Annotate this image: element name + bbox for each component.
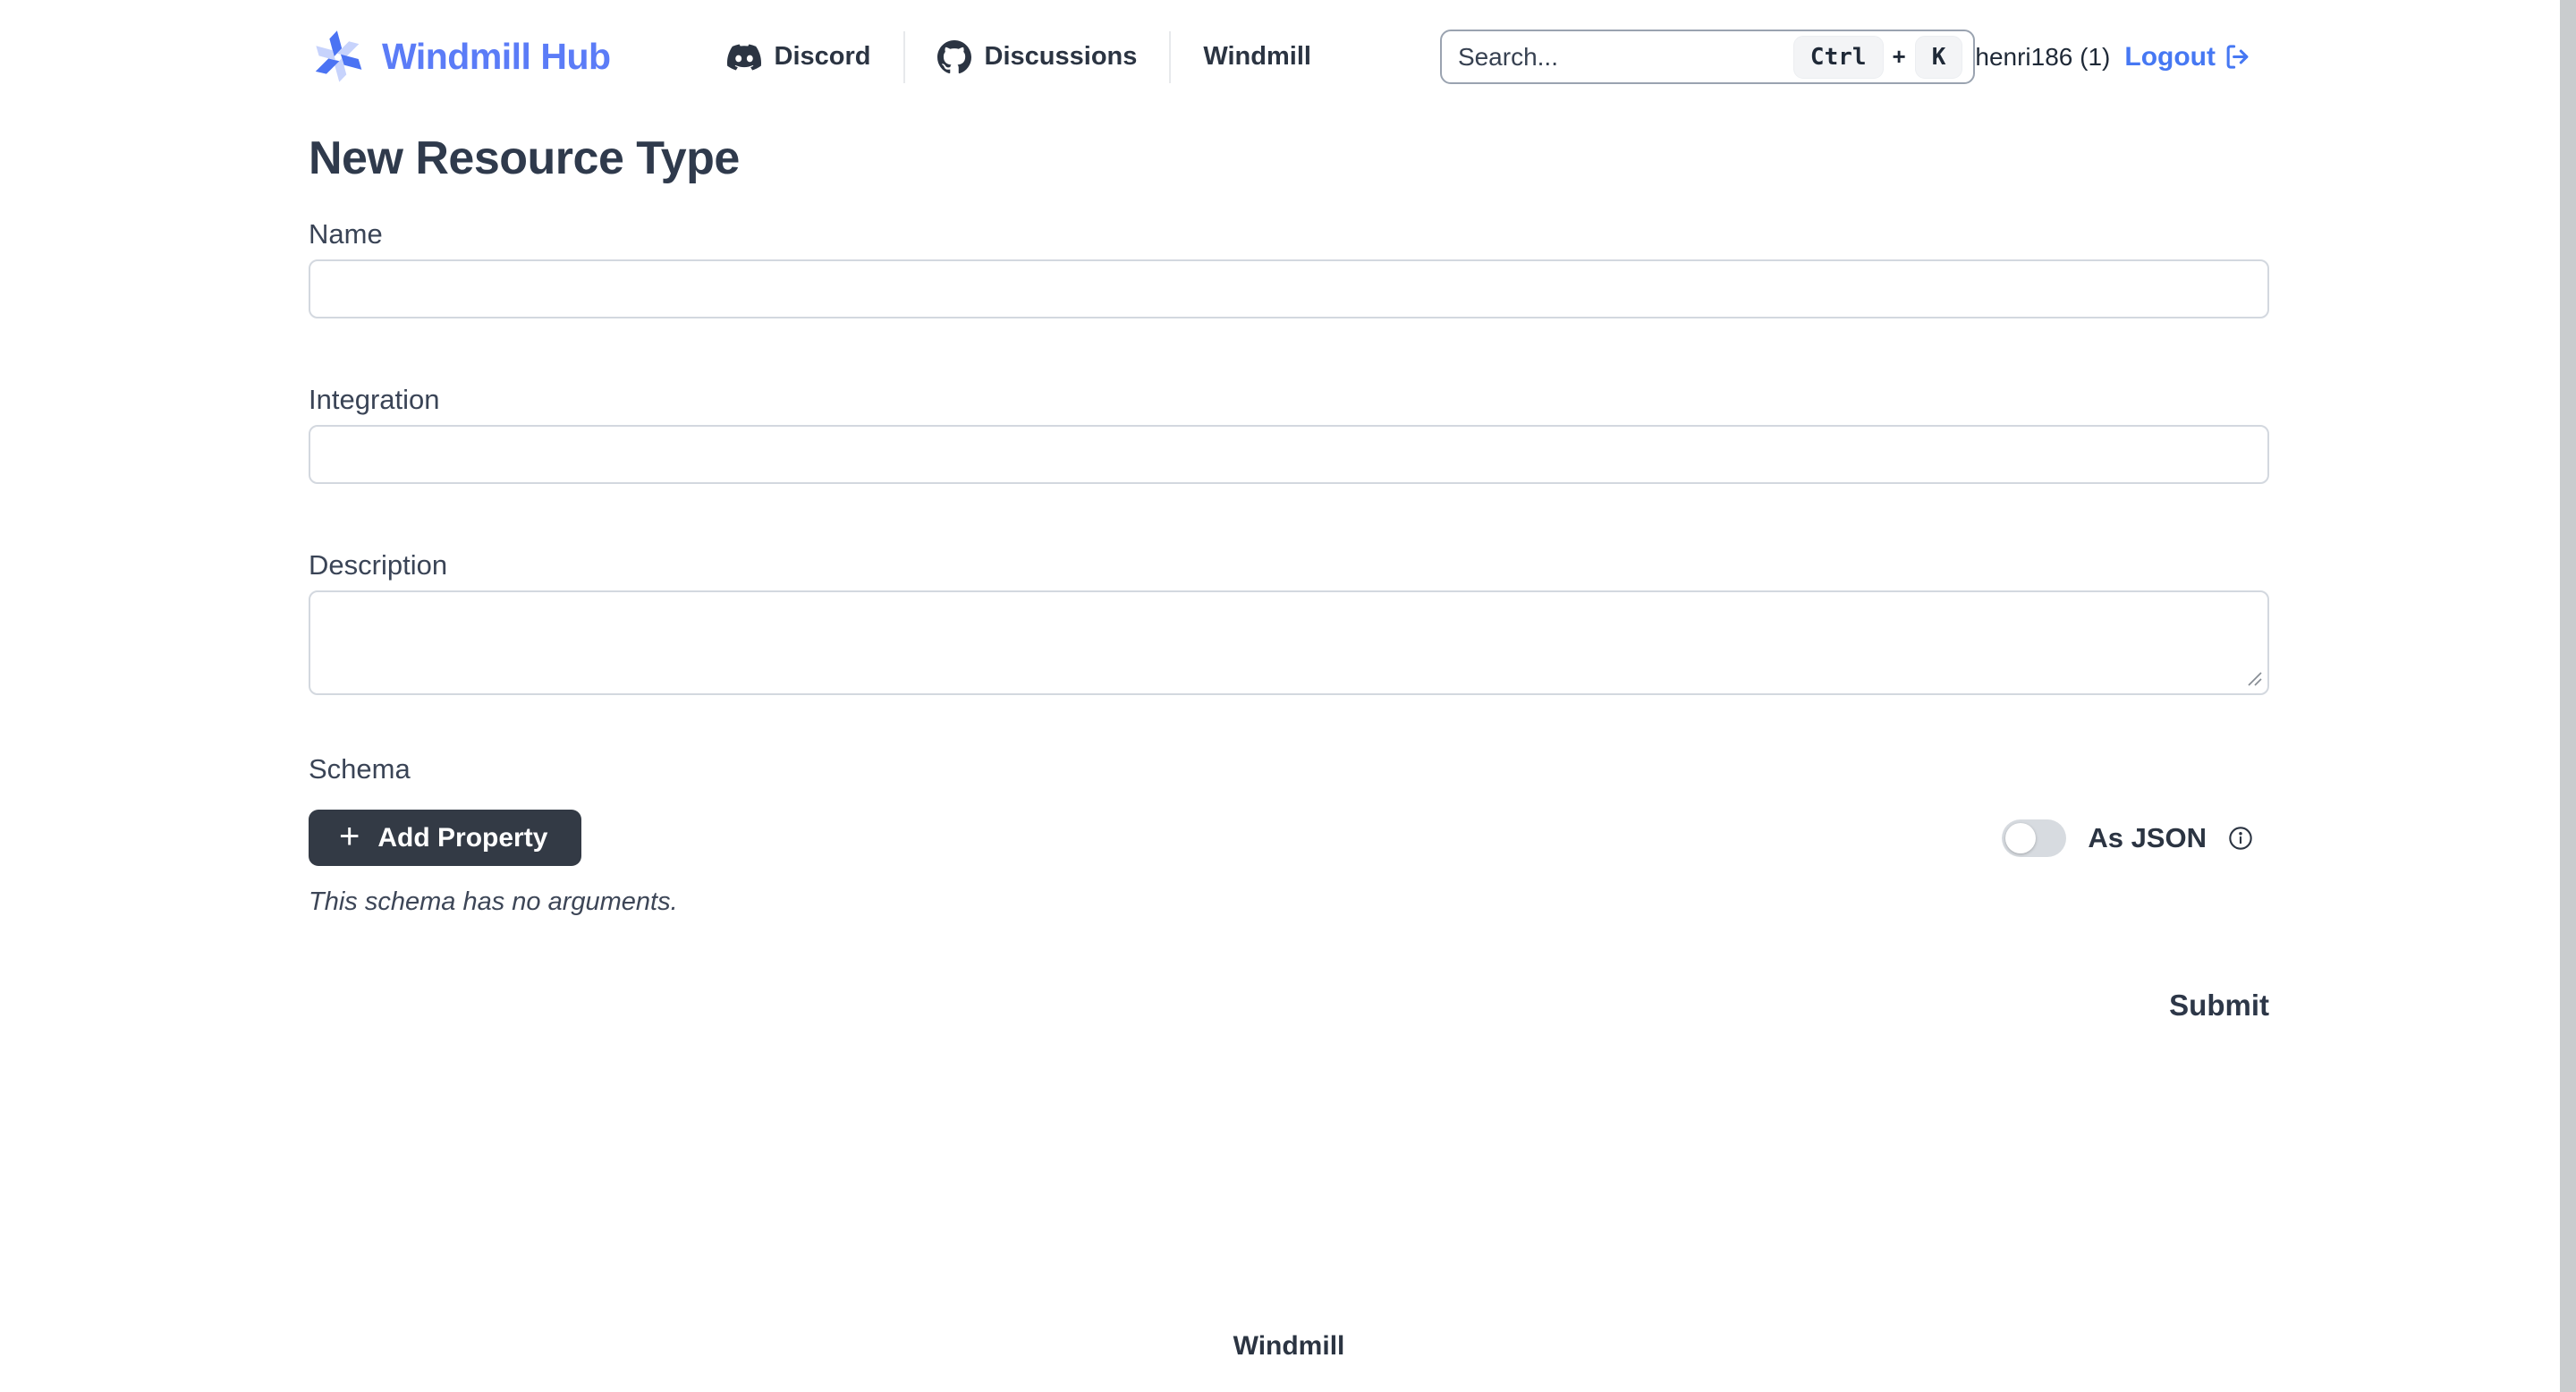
logout-icon xyxy=(2224,43,2251,71)
description-textarea[interactable] xyxy=(309,590,2269,695)
search-box[interactable]: Ctrl + K xyxy=(1440,30,1975,84)
user-area: henri186 (1) Logout xyxy=(1975,42,2251,72)
header: Windmill Hub Discord Discussions Windmil… xyxy=(309,0,2269,114)
footer: Windmill xyxy=(309,1331,2269,1362)
as-json-group: As JSON xyxy=(2002,819,2253,857)
username: henri186 (1) xyxy=(1975,43,2110,72)
brand-home-link[interactable]: Windmill Hub xyxy=(309,28,611,87)
integration-input[interactable] xyxy=(309,425,2269,484)
nav-item-windmill[interactable]: Windmill xyxy=(1171,42,1343,72)
discord-icon xyxy=(727,40,761,74)
nav-item-discussions[interactable]: Discussions xyxy=(905,40,1170,74)
github-icon xyxy=(937,40,971,74)
nav-item-label: Discussions xyxy=(985,42,1138,72)
schema-section: Schema + Add Property As JSON xyxy=(309,752,2269,917)
field-group-integration: Integration xyxy=(309,383,2269,484)
nav-item-label: Discord xyxy=(775,42,871,72)
resize-grip-icon[interactable] xyxy=(2244,668,2262,686)
field-group-description: Description xyxy=(309,548,2269,695)
kbd-plus-separator: + xyxy=(1893,43,1906,71)
add-property-label: Add Property xyxy=(377,823,547,853)
add-property-button[interactable]: + Add Property xyxy=(309,810,581,866)
toggle-knob xyxy=(2005,823,2036,853)
plus-icon: + xyxy=(339,819,360,854)
schema-empty-note: This schema has no arguments. xyxy=(309,887,2269,917)
page-title: New Resource Type xyxy=(309,132,2269,185)
main-content: New Resource Type Name Integration Descr… xyxy=(309,132,2269,1362)
main-nav: Discord Discussions Windmill xyxy=(727,0,1343,114)
footer-windmill-link[interactable]: Windmill xyxy=(1233,1331,1345,1361)
field-group-name: Name xyxy=(309,217,2269,318)
description-label: Description xyxy=(309,548,2269,582)
kbd-ctrl: Ctrl xyxy=(1793,36,1884,79)
scrollbar[interactable] xyxy=(2560,0,2576,1392)
kbd-k: K xyxy=(1915,36,1963,79)
name-label: Name xyxy=(309,217,2269,251)
as-json-toggle[interactable] xyxy=(2002,819,2066,857)
logout-button[interactable]: Logout xyxy=(2124,42,2251,72)
search-input[interactable] xyxy=(1458,43,1786,72)
as-json-label: As JSON xyxy=(2088,822,2207,854)
nav-item-label: Windmill xyxy=(1203,42,1311,72)
schema-label: Schema xyxy=(309,752,2269,786)
submit-button[interactable]: Submit xyxy=(2169,989,2269,1023)
nav-item-discord[interactable]: Discord xyxy=(727,40,903,74)
windmill-logo-icon xyxy=(309,28,368,87)
integration-label: Integration xyxy=(309,383,2269,417)
page: Windmill Hub Discord Discussions Windmil… xyxy=(0,0,2576,1392)
brand-name: Windmill Hub xyxy=(382,36,611,78)
name-input[interactable] xyxy=(309,259,2269,318)
info-icon[interactable] xyxy=(2228,826,2253,851)
logout-label: Logout xyxy=(2124,42,2216,72)
